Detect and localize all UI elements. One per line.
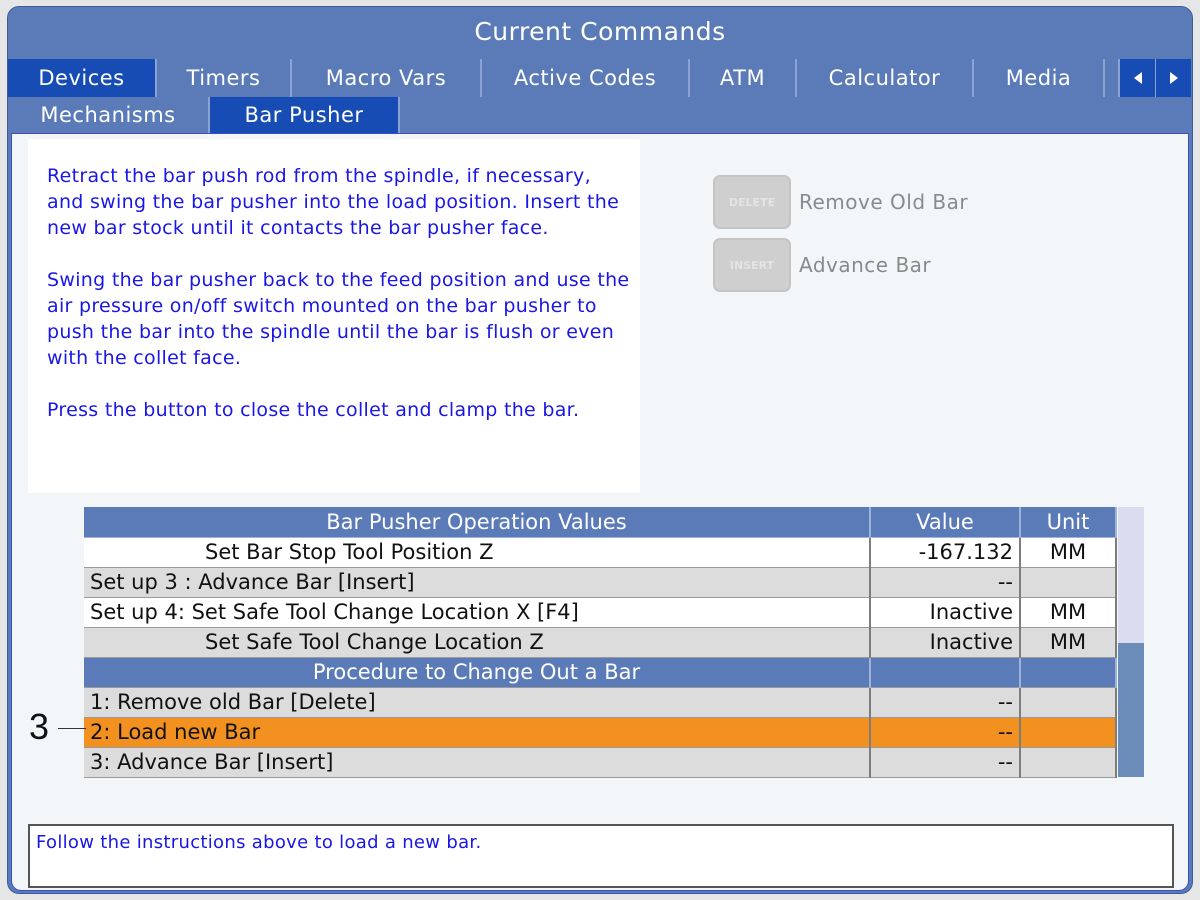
row-name: Set up 3 : Advance Bar [Insert] xyxy=(84,567,871,598)
row-unit xyxy=(1020,747,1117,778)
tab-media[interactable]: Media xyxy=(974,59,1105,97)
status-message-box: Follow the instructions above to load a … xyxy=(28,824,1174,888)
insert-key-icon[interactable]: INSERT xyxy=(713,238,791,292)
row-unit xyxy=(1020,717,1117,748)
row-value: -- xyxy=(870,687,1021,718)
row-unit xyxy=(1020,657,1117,688)
row-name: 2: Load new Bar xyxy=(84,717,871,748)
tab-overflow-partial[interactable] xyxy=(1105,59,1120,97)
operation-values-table: Bar Pusher Operation Values Value Unit S… xyxy=(84,507,1144,778)
column-header-unit: Unit xyxy=(1020,507,1117,538)
column-header-operation: Bar Pusher Operation Values xyxy=(84,507,871,538)
row-name: 3: Advance Bar [Insert] xyxy=(84,747,871,778)
tab-macro-vars[interactable]: Macro Vars xyxy=(292,59,482,97)
row-value: -167.132 xyxy=(870,537,1021,568)
row-value: -- xyxy=(870,717,1021,748)
tab-calculator[interactable]: Calculator xyxy=(797,59,974,97)
chevron-right-icon xyxy=(1169,72,1178,84)
tab-bar-secondary: Mechanisms Bar Pusher xyxy=(8,97,400,133)
column-header-value: Value xyxy=(870,507,1021,538)
callout-number: 3 xyxy=(29,706,50,747)
row-name: Set Safe Tool Change Location Z xyxy=(84,627,871,658)
section-header-row: Procedure to Change Out a Bar xyxy=(84,657,1117,688)
row-unit xyxy=(1020,567,1117,598)
row-unit: MM xyxy=(1020,537,1117,568)
row-unit: MM xyxy=(1020,597,1117,628)
table-scrollbar-thumb[interactable] xyxy=(1118,643,1144,777)
callout-leader-line xyxy=(58,728,86,729)
table-row[interactable]: Set Safe Tool Change Location Z Inactive… xyxy=(84,627,1117,658)
tab-atm[interactable]: ATM xyxy=(690,59,797,97)
table-row[interactable]: 3: Advance Bar [Insert] -- xyxy=(84,747,1117,778)
table-row[interactable]: Set up 4: Set Safe Tool Change Location … xyxy=(84,597,1117,628)
row-name: 1: Remove old Bar [Delete] xyxy=(84,687,871,718)
tab-scroll-right-button[interactable] xyxy=(1155,59,1191,97)
tab-timers[interactable]: Timers xyxy=(157,59,292,97)
remove-old-bar-label: Remove Old Bar xyxy=(799,190,969,214)
tab-scroll-left-button[interactable] xyxy=(1119,59,1155,97)
instruction-paragraph: Retract the bar push rod from the spindl… xyxy=(47,165,620,239)
row-value: -- xyxy=(870,567,1021,598)
row-unit: MM xyxy=(1020,627,1117,658)
tab-mechanisms[interactable]: Mechanisms xyxy=(8,97,210,133)
row-value xyxy=(870,657,1021,688)
advance-bar-action[interactable]: INSERT Advance Bar xyxy=(713,238,931,292)
instruction-paragraph: Swing the bar pusher back to the feed po… xyxy=(47,269,630,369)
instruction-paragraph: Press the button to close the collet and… xyxy=(47,399,580,421)
current-commands-window: Current Commands Devices Timers Macro Va… xyxy=(7,6,1193,894)
tab-bar-pusher[interactable]: Bar Pusher xyxy=(210,97,400,133)
row-value: Inactive xyxy=(870,597,1021,628)
row-value: -- xyxy=(870,747,1021,778)
instructions-panel: Retract the bar push rod from the spindl… xyxy=(28,139,640,493)
table-row[interactable]: 1: Remove old Bar [Delete] -- xyxy=(84,687,1117,718)
table-row-selected[interactable]: 2: Load new Bar -- xyxy=(84,717,1117,748)
row-value: Inactive xyxy=(870,627,1021,658)
delete-key-icon[interactable]: DELETE xyxy=(713,175,791,229)
tab-bar-primary: Devices Timers Macro Vars Active Codes A… xyxy=(8,59,1120,97)
tab-active-codes[interactable]: Active Codes xyxy=(482,59,690,97)
window-title: Current Commands xyxy=(8,7,1192,57)
row-unit xyxy=(1020,687,1117,718)
table-row[interactable]: Set Bar Stop Tool Position Z -167.132 MM xyxy=(84,537,1117,568)
tab-devices[interactable]: Devices xyxy=(8,59,157,97)
remove-old-bar-action[interactable]: DELETE Remove Old Bar xyxy=(713,175,968,229)
section-title: Procedure to Change Out a Bar xyxy=(84,657,871,688)
advance-bar-label: Advance Bar xyxy=(799,253,932,277)
table-scrollbar[interactable] xyxy=(1118,507,1144,777)
table-row[interactable]: Set up 3 : Advance Bar [Insert] -- xyxy=(84,567,1117,598)
bar-pusher-panel: Retract the bar push rod from the spindl… xyxy=(11,133,1189,891)
chevron-left-icon xyxy=(1133,72,1142,84)
row-name: Set Bar Stop Tool Position Z xyxy=(84,537,871,568)
row-name: Set up 4: Set Safe Tool Change Location … xyxy=(84,597,871,628)
